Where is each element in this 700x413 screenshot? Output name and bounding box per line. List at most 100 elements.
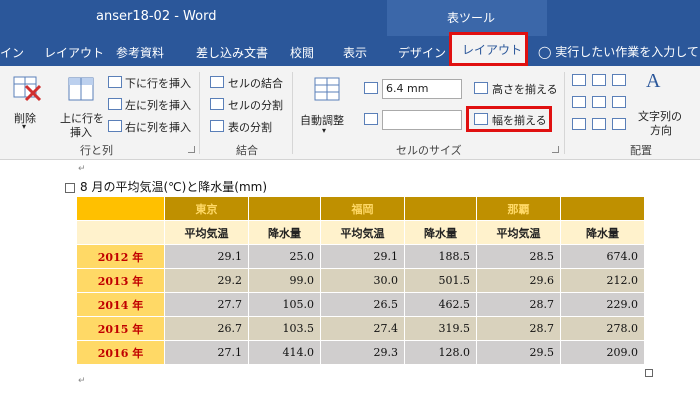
table-cell[interactable]: 105.0: [248, 292, 321, 317]
distribute-rows-button[interactable]: 高さを揃える: [492, 81, 558, 97]
group-divider: [564, 72, 565, 154]
align-top-right-icon[interactable]: [612, 74, 626, 86]
table-row: 2015 年 26.7 103.5 27.4 319.5 28.7 278.0: [76, 316, 645, 341]
table-cell[interactable]: 29.1: [320, 244, 405, 269]
align-bottom-center-icon[interactable]: [592, 118, 606, 130]
tell-me-box[interactable]: ◯ 実行したい作業を入力してくだ: [538, 43, 700, 60]
split-cells-button[interactable]: セルの分割: [228, 97, 283, 113]
table-cell[interactable]: 29.3: [320, 340, 405, 365]
table-cell[interactable]: 462.5: [404, 292, 477, 317]
data-table[interactable]: 東京 福岡 那覇 平均気温 降水量 平均気温 降水量 平均気温 降水量 2012…: [76, 196, 645, 365]
table-cell[interactable]: 27.7: [164, 292, 249, 317]
rows-cols-group-label: 行と列: [80, 144, 113, 157]
table-cell[interactable]: 降水量: [404, 220, 477, 245]
autofit-button[interactable]: 自動調整 ▾: [298, 72, 356, 138]
distribute-rows-icon: [474, 82, 488, 94]
lightbulb-icon: ◯: [538, 45, 552, 59]
table-cell[interactable]: 28.5: [476, 244, 561, 269]
table-row: 2013 年 29.2 99.0 30.0 501.5 29.6 212.0: [76, 268, 645, 293]
table-cell[interactable]: 319.5: [404, 316, 477, 341]
insert-left-button[interactable]: 左に列を挿入: [125, 97, 191, 113]
table-cell[interactable]: 103.5: [248, 316, 321, 341]
table-cell[interactable]: 209.0: [560, 340, 645, 365]
table-cell[interactable]: 東京: [164, 196, 249, 221]
tab-layout-active[interactable]: レイアウト: [449, 32, 528, 66]
tab-references[interactable]: 参考資料: [116, 44, 164, 61]
table-cell[interactable]: 27.4: [320, 316, 405, 341]
table-cell[interactable]: 平均気温: [164, 220, 249, 245]
table-row: 2014 年 27.7 105.0 26.5 462.5 28.7 229.0: [76, 292, 645, 317]
table-cell[interactable]: 30.0: [320, 268, 405, 293]
table-cell[interactable]: 229.0: [560, 292, 645, 317]
insert-right-button[interactable]: 右に列を挿入: [125, 119, 191, 135]
table-cell[interactable]: 99.0: [248, 268, 321, 293]
table-cell[interactable]: 26.7: [164, 316, 249, 341]
table-cell[interactable]: 414.0: [248, 340, 321, 365]
split-table-button[interactable]: 表の分割: [228, 119, 272, 135]
table-cell[interactable]: 501.5: [404, 268, 477, 293]
table-cell[interactable]: 29.5: [476, 340, 561, 365]
table-cell[interactable]: 降水量: [248, 220, 321, 245]
table-cell[interactable]: 29.1: [164, 244, 249, 269]
table-cell[interactable]: 平均気温: [320, 220, 405, 245]
table-resize-handle-icon[interactable]: [645, 369, 653, 377]
delete-button[interactable]: 削除 ▾: [8, 72, 46, 132]
table-cell[interactable]: [404, 196, 477, 221]
table-cell[interactable]: 2016 年: [76, 340, 165, 365]
chevron-down-icon: ▾: [322, 126, 327, 135]
table-cell[interactable]: 2012 年: [76, 244, 165, 269]
tab-mailings[interactable]: 差し込み文書: [196, 44, 268, 61]
tab-design[interactable]: デザイン: [398, 44, 446, 61]
table-cell[interactable]: 128.0: [404, 340, 477, 365]
align-middle-left-icon[interactable]: [572, 96, 586, 108]
table-cell[interactable]: [76, 196, 165, 221]
align-bottom-left-icon[interactable]: [572, 118, 586, 130]
align-middle-right-icon[interactable]: [612, 96, 626, 108]
table-cell[interactable]: 29.6: [476, 268, 561, 293]
document-area[interactable]: ↵ 8 月の平均気温(℃)と降水量(mm) 東京 福岡 那覇 平均気温 降水量 …: [0, 160, 700, 413]
table-move-handle-icon[interactable]: [65, 183, 75, 193]
table-cell[interactable]: 27.1: [164, 340, 249, 365]
table-cell[interactable]: 福岡: [320, 196, 405, 221]
cell-size-launcher-icon[interactable]: [552, 146, 559, 153]
table-cell[interactable]: 278.0: [560, 316, 645, 341]
table-cell[interactable]: [560, 196, 645, 221]
tab-page-layout[interactable]: レイアウト: [44, 44, 104, 61]
align-top-center-icon[interactable]: [592, 74, 606, 86]
align-middle-center-icon[interactable]: [592, 96, 606, 108]
table-cell[interactable]: 25.0: [248, 244, 321, 269]
text-direction-button[interactable]: A 文字列の 方向: [632, 70, 698, 137]
table-cell[interactable]: 26.5: [320, 292, 405, 317]
table-cell[interactable]: 674.0: [560, 244, 645, 269]
insert-above-button[interactable]: 上に行を 挿入: [58, 72, 106, 139]
text-direction-icon: A: [646, 70, 661, 92]
distribute-cols-icon: [474, 113, 488, 125]
table-cell[interactable]: 188.5: [404, 244, 477, 269]
table-cell[interactable]: 2013 年: [76, 268, 165, 293]
align-bottom-right-icon[interactable]: [612, 118, 626, 130]
column-width-input[interactable]: [382, 110, 462, 130]
table-cell[interactable]: [248, 196, 321, 221]
table-cell[interactable]: 2014 年: [76, 292, 165, 317]
row-height-input[interactable]: 6.4 mm: [382, 79, 462, 99]
chevron-down-icon: ▾: [22, 122, 27, 131]
tab-view[interactable]: 表示: [343, 44, 367, 61]
cell-size-group-label: セルのサイズ: [396, 144, 462, 157]
table-cell[interactable]: [76, 220, 165, 245]
distribute-cols-button[interactable]: 幅を揃える: [492, 112, 547, 128]
table-cell[interactable]: 2015 年: [76, 316, 165, 341]
merge-cells-button[interactable]: セルの結合: [228, 75, 283, 91]
table-cell[interactable]: 212.0: [560, 268, 645, 293]
align-top-left-icon[interactable]: [572, 74, 586, 86]
tab-review[interactable]: 校閲: [290, 44, 314, 61]
table-cell[interactable]: 28.7: [476, 292, 561, 317]
tab-insert[interactable]: イン: [0, 44, 24, 61]
table-cell[interactable]: 降水量: [560, 220, 645, 245]
table-cell[interactable]: 29.2: [164, 268, 249, 293]
tab-layout-label: レイアウト: [462, 43, 523, 57]
table-cell[interactable]: 28.7: [476, 316, 561, 341]
rows-cols-launcher-icon[interactable]: [188, 146, 195, 153]
insert-below-button[interactable]: 下に行を挿入: [125, 75, 191, 91]
table-cell[interactable]: 平均気温: [476, 220, 561, 245]
table-cell[interactable]: 那覇: [476, 196, 561, 221]
